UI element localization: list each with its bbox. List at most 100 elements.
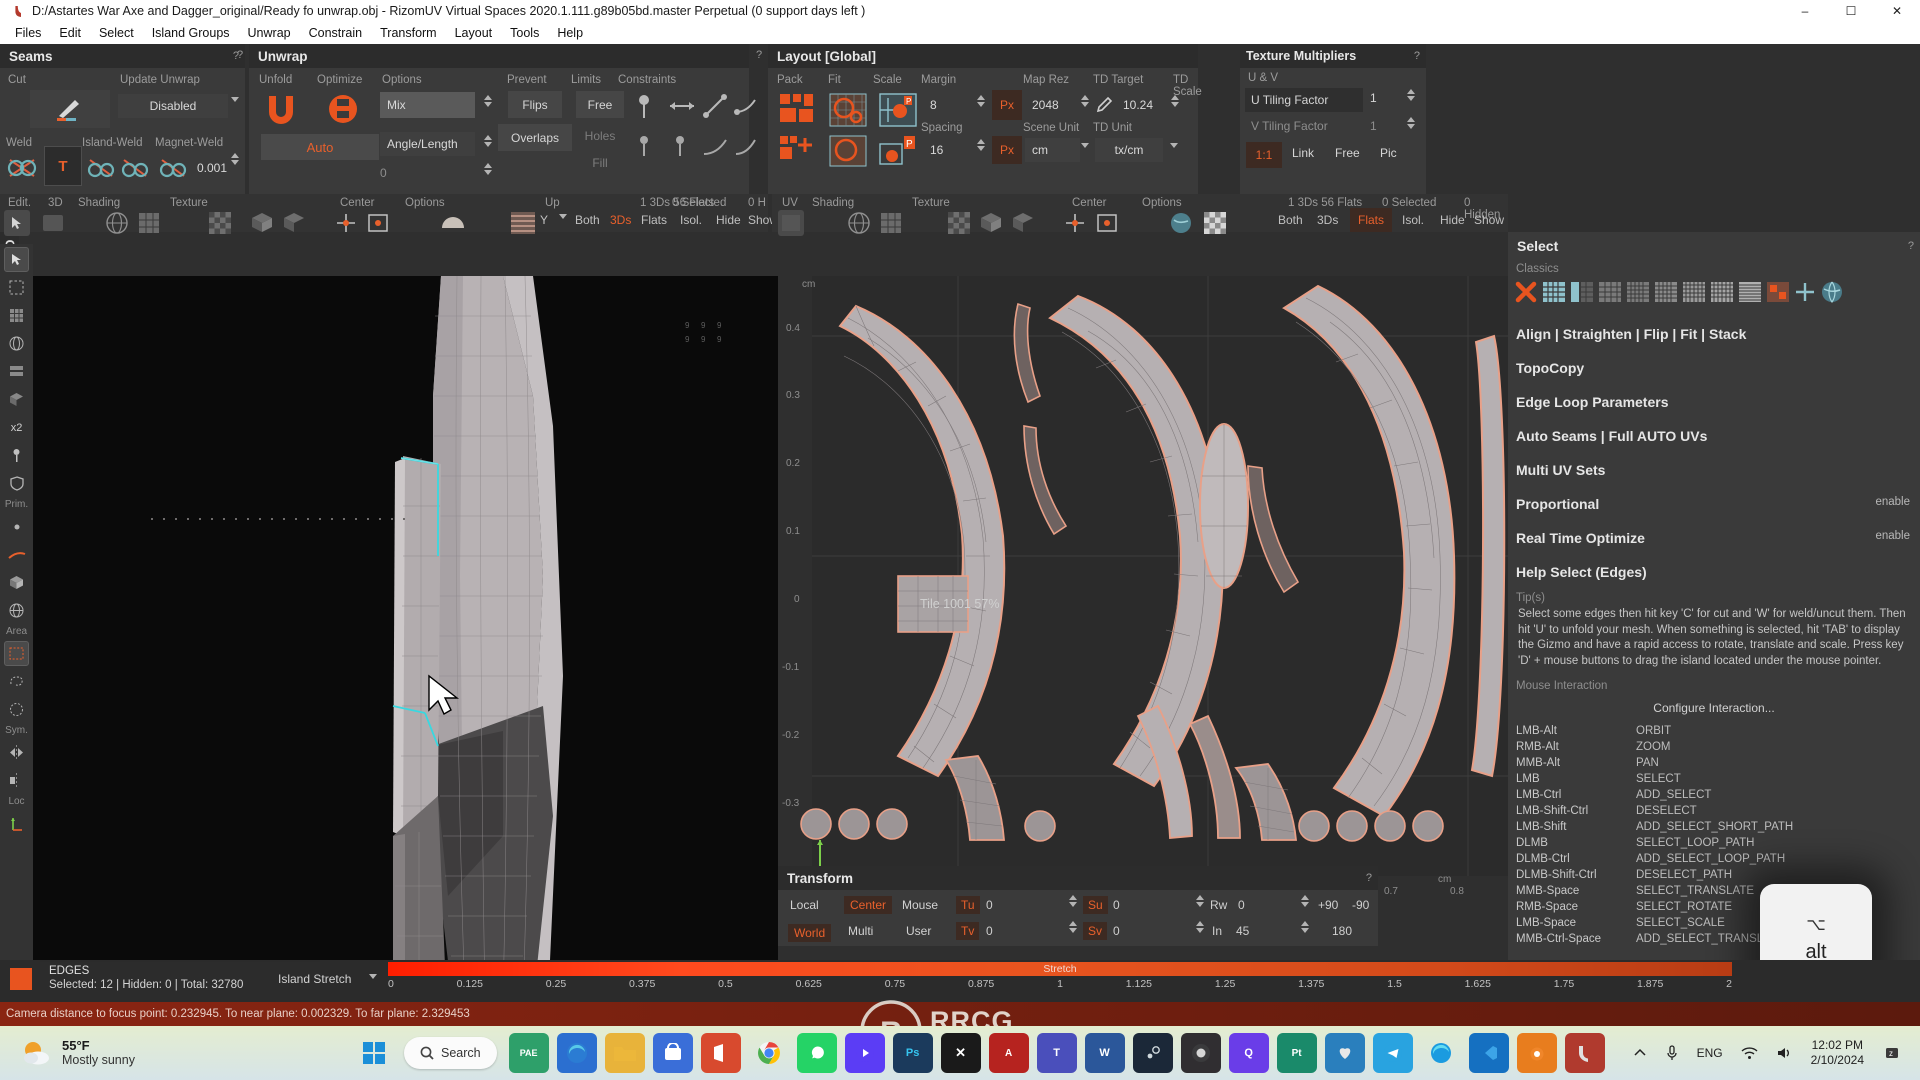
vp3d-up-axis[interactable]: Y — [540, 213, 548, 227]
app-code-icon[interactable] — [1468, 1033, 1509, 1073]
vpuv-material-icon[interactable] — [1236, 210, 1262, 236]
row-help-select-edges[interactable]: Help Select (Edges) — [1508, 555, 1920, 589]
app-pdf-icon[interactable]: A — [988, 1033, 1029, 1073]
tool-globe-icon[interactable] — [4, 598, 29, 623]
app-steam-icon[interactable] — [1132, 1033, 1173, 1073]
td-unit-select[interactable]: tx/cm — [1095, 138, 1163, 162]
tray-wifi-icon[interactable] — [1741, 1046, 1758, 1060]
vpuv-grid-icon[interactable] — [878, 210, 904, 236]
transform-sv-label[interactable]: Sv — [1083, 922, 1108, 940]
menu-tools[interactable]: Tools — [501, 24, 548, 42]
v-tiling-value[interactable]: 1 — [1370, 119, 1377, 133]
vpuv-light-icon[interactable] — [1134, 210, 1160, 236]
magnet-weld-stepper[interactable] — [228, 152, 241, 166]
transform-rot-minus90[interactable]: -90 — [1352, 898, 1369, 912]
vpuv-mode-3ds[interactable]: 3Ds — [1317, 213, 1338, 227]
transform-in-stepper[interactable] — [1298, 920, 1311, 934]
vp3d-center-focus-icon[interactable] — [365, 210, 391, 236]
constraint-curve2-icon[interactable] — [701, 132, 729, 165]
tray-notifications-icon[interactable]: z — [1883, 1044, 1901, 1062]
app-obs-icon[interactable] — [1180, 1033, 1221, 1073]
tray-language[interactable]: ENG — [1697, 1046, 1723, 1060]
vpuv-action-show[interactable]: Show — [1474, 213, 1504, 227]
scene-unit-chevron-down-icon[interactable] — [1078, 142, 1091, 149]
texmult-help-icon[interactable]: ? — [1414, 50, 1420, 62]
tool-stack-select-icon[interactable] — [4, 359, 29, 384]
constraint-line-icon[interactable] — [667, 92, 697, 125]
unwrap-zero-stepper[interactable] — [481, 162, 494, 176]
td-target-stepper[interactable] — [1168, 94, 1181, 108]
vpuv-tab-center[interactable]: Center — [1072, 197, 1107, 209]
free-button[interactable]: Free — [1335, 146, 1360, 160]
u-tiling-value[interactable]: 1 — [1370, 91, 1377, 105]
vp3d-globe-icon[interactable] — [104, 210, 130, 236]
vpuv-globe-icon[interactable] — [846, 210, 872, 236]
app-folder-icon[interactable] — [604, 1033, 645, 1073]
transform-space-world[interactable]: World — [788, 924, 832, 942]
transform-rw-value[interactable]: 0 — [1238, 898, 1245, 912]
prevent-overlaps-button[interactable]: Overlaps — [498, 124, 572, 151]
row-proportional[interactable]: Proportional enable — [1508, 487, 1920, 521]
transform-tu-label[interactable]: Tu — [956, 896, 980, 914]
app-word-icon[interactable]: W — [1084, 1033, 1125, 1073]
vpuv-tab-uv[interactable]: UV — [782, 197, 798, 209]
app-rizomuv-icon[interactable] — [1564, 1033, 1605, 1073]
select-grid4-icon[interactable] — [1682, 281, 1706, 308]
tray-expand-chevron-up-icon[interactable] — [1633, 1046, 1647, 1060]
select-all-grid-icon[interactable] — [1542, 281, 1566, 308]
map-rez-value[interactable]: 2048 — [1025, 92, 1080, 118]
vpuv-earth-icon[interactable] — [1168, 210, 1194, 236]
weld-icon[interactable] — [6, 154, 38, 187]
select-column-icon[interactable] — [1570, 281, 1594, 308]
vp3d-tab-shading[interactable]: Shading — [78, 197, 120, 209]
app-blender-icon[interactable] — [1516, 1033, 1557, 1073]
td-unit-chevron-down-icon[interactable] — [1167, 142, 1180, 149]
vp3d-stripes-icon[interactable] — [510, 210, 536, 236]
vp3d-mode-3ds[interactable]: 3Ds — [610, 213, 631, 227]
prevent-flips-button[interactable]: Flips — [508, 91, 562, 118]
select-grid5-icon[interactable] — [1710, 281, 1734, 308]
limits-fill-button[interactable]: Fill — [576, 151, 624, 175]
tool-sym-mirror-icon[interactable] — [4, 740, 29, 765]
app-vlc-icon[interactable] — [844, 1033, 885, 1073]
tool-cursor-icon[interactable] — [4, 247, 29, 272]
app-teams-icon[interactable]: T — [1036, 1033, 1077, 1073]
tool-x2-mirror-icon[interactable]: x2 — [4, 415, 29, 440]
constraint-pin-icon[interactable] — [631, 92, 657, 125]
scene-unit-select[interactable]: cm — [1025, 138, 1080, 162]
vp3d-material-icon[interactable] — [474, 210, 500, 236]
unwrap-mode-select[interactable]: Mix — [380, 92, 475, 118]
transform-space-local[interactable]: Local — [790, 898, 819, 912]
limits-free-button[interactable]: Free — [576, 91, 624, 118]
spacing-unit-button[interactable]: Px — [992, 136, 1022, 164]
constraint-pin2-icon[interactable] — [631, 132, 657, 165]
tool-loc-axis-icon[interactable] — [4, 811, 29, 836]
transform-tu-stepper[interactable] — [1066, 894, 1079, 908]
configure-interaction-button[interactable]: Configure Interaction... — [1508, 695, 1920, 723]
close-button[interactable]: ✕ — [1874, 0, 1920, 22]
vpuv-center-focus-icon[interactable] — [1094, 210, 1120, 236]
unwrap-angle-stepper[interactable] — [481, 134, 494, 148]
transform-su-stepper[interactable] — [1193, 894, 1206, 908]
menu-select[interactable]: Select — [90, 24, 143, 42]
select-grid6-icon[interactable] — [1738, 281, 1762, 308]
tray-clock[interactable]: 12:02 PM 2/10/2024 — [1811, 1038, 1864, 1068]
td-target-value[interactable]: 10.24 — [1116, 92, 1164, 118]
transform-sv-stepper[interactable] — [1193, 920, 1206, 934]
vpuv-center-move-icon[interactable] — [1062, 210, 1088, 236]
select-grid2-icon[interactable] — [1626, 281, 1650, 308]
cut-tool-button[interactable] — [30, 90, 110, 128]
td-pick-icon[interactable] — [1095, 96, 1113, 119]
tool-box-select-icon[interactable] — [4, 387, 29, 412]
constraint-pin3-icon[interactable] — [667, 132, 693, 165]
margin-unit-button[interactable]: Px — [992, 90, 1022, 120]
taskbar-search[interactable]: Search — [404, 1037, 497, 1069]
vp3d-tab-3d[interactable]: 3D — [48, 197, 63, 209]
menu-transform[interactable]: Transform — [371, 24, 446, 42]
margin-stepper[interactable] — [974, 94, 987, 108]
tool-lasso-icon[interactable] — [4, 669, 29, 694]
spacing-value[interactable]: 16 — [923, 138, 971, 162]
update-unwrap-chevron-down-icon[interactable] — [228, 96, 241, 103]
unwrap-help-icon[interactable]: ? — [237, 49, 243, 61]
transform-in-value[interactable]: 45 — [1236, 924, 1249, 938]
